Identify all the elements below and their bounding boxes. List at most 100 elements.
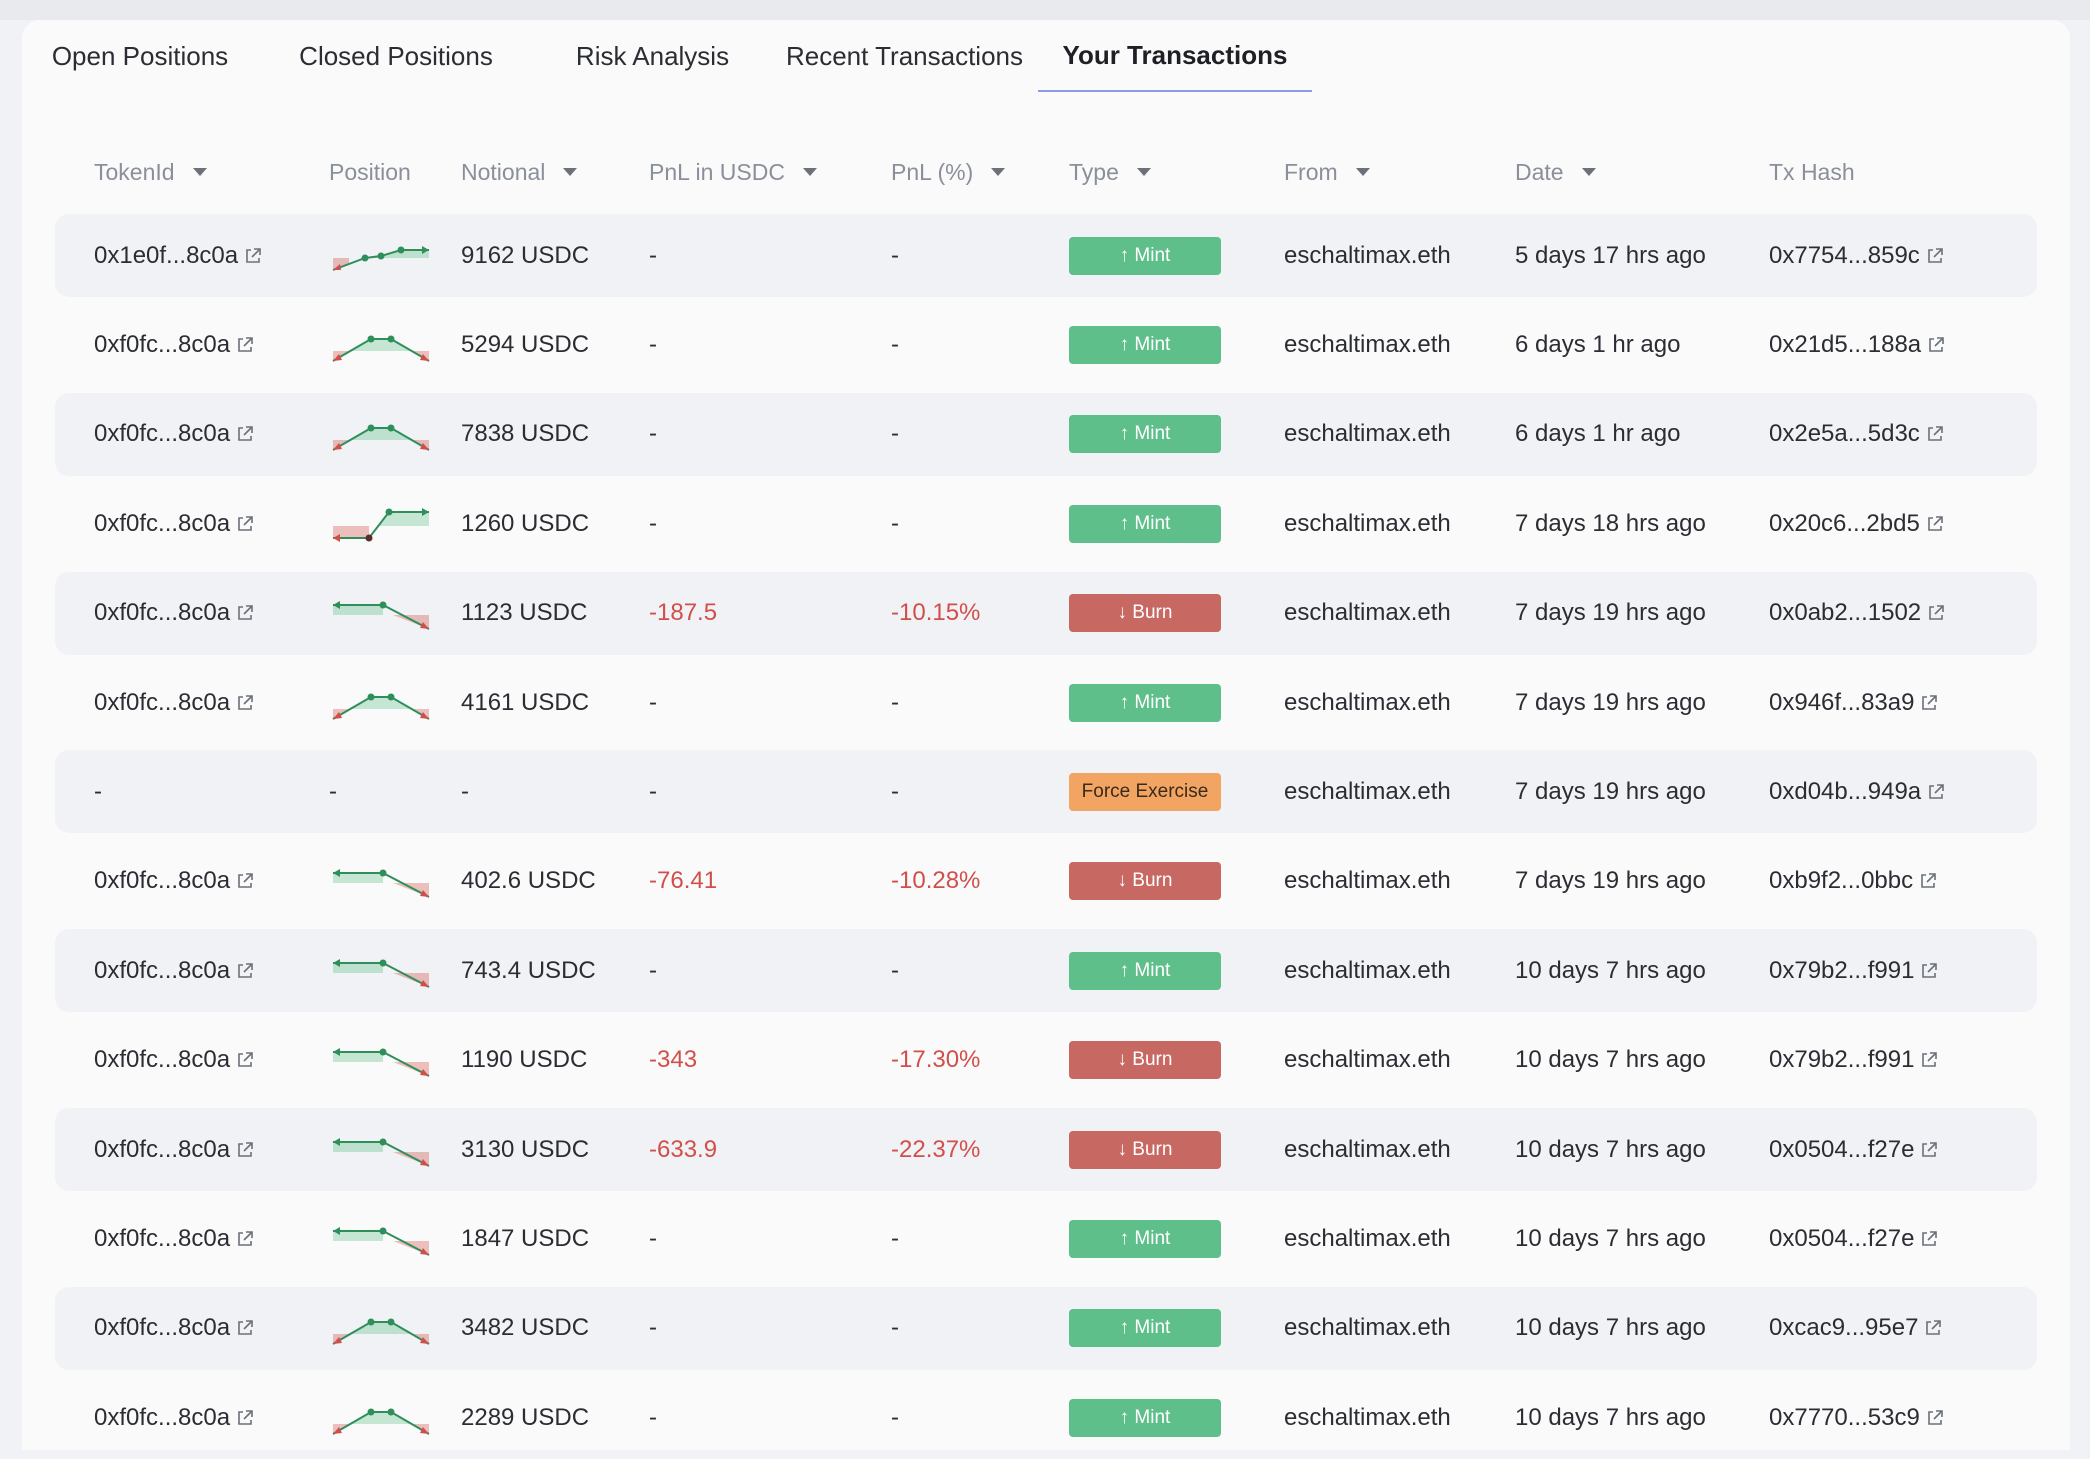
- token-id-cell[interactable]: 0xf0fc...8c0a: [94, 1376, 254, 1459]
- caret-down-icon[interactable]: [1136, 168, 1151, 176]
- external-link-icon[interactable]: [1920, 1141, 1938, 1159]
- external-link-icon[interactable]: [1919, 872, 1937, 890]
- burn-badge[interactable]: ↓ Burn: [1069, 862, 1221, 901]
- external-link-icon[interactable]: [244, 247, 262, 265]
- external-link-icon[interactable]: [1927, 783, 1945, 801]
- external-link-icon[interactable]: [236, 1319, 254, 1337]
- external-link-icon[interactable]: [1920, 962, 1938, 980]
- token-id-cell[interactable]: -: [94, 750, 102, 833]
- caret-down-icon[interactable]: [563, 168, 578, 176]
- table-row[interactable]: 0xf0fc...8c0a 1260 USDC - - ↑ Mint eschaltim…: [55, 482, 2037, 565]
- tx-hash-cell[interactable]: 0xd04b...949a: [1769, 750, 1945, 833]
- burn-badge[interactable]: ↓ Burn: [1069, 1041, 1221, 1080]
- table-row[interactable]: 0xf0fc...8c0a 3130 USDC -633.9 -22.37% ↓ Bu…: [55, 1108, 2037, 1191]
- tx-hash-cell[interactable]: 0xb9f2...0bbc: [1769, 840, 1937, 923]
- table-row[interactable]: 0xf0fc...8c0a 1123 USDC -187.5 -10.15% ↓ Bu…: [55, 571, 2037, 655]
- token-id-cell[interactable]: 0x1e0f...8c0a: [94, 214, 262, 297]
- column-header-token[interactable]: TokenId: [94, 152, 207, 192]
- mint-badge[interactable]: ↑ Mint: [1069, 325, 1221, 364]
- table-row[interactable]: 0xf0fc...8c0a 1847 USDC - - ↑ Mint eschaltim…: [55, 1197, 2037, 1280]
- mint-badge[interactable]: ↑ Mint: [1069, 1398, 1221, 1437]
- external-link-icon[interactable]: [1927, 604, 1945, 622]
- table-row[interactable]: 0xf0fc...8c0a 402.6 USDC -76.41 -10.28% ↓ B…: [55, 840, 2037, 923]
- token-id-cell[interactable]: 0xf0fc...8c0a: [94, 1287, 254, 1370]
- caret-down-icon[interactable]: [192, 168, 207, 176]
- external-link-icon[interactable]: [1924, 1319, 1942, 1337]
- tx-hash-cell[interactable]: 0x2e5a...5d3c: [1769, 393, 1944, 476]
- table-row[interactable]: 0x1e0f...8c0a 9162 USDC - - ↑ Mint eschaltim…: [55, 214, 2037, 297]
- token-id-cell[interactable]: 0xf0fc...8c0a: [94, 1019, 254, 1102]
- column-header-date[interactable]: Date: [1515, 152, 1596, 192]
- external-link-icon[interactable]: [236, 694, 254, 712]
- token-id-cell[interactable]: 0xf0fc...8c0a: [94, 482, 254, 565]
- caret-down-icon[interactable]: [1355, 168, 1370, 176]
- table-row[interactable]: 0xf0fc...8c0a 5294 USDC - - ↑ Mint eschaltim…: [55, 303, 2037, 386]
- external-link-icon[interactable]: [236, 872, 254, 890]
- mint-badge[interactable]: ↑ Mint: [1069, 1219, 1221, 1258]
- token-id-cell[interactable]: 0xf0fc...8c0a: [94, 929, 254, 1012]
- external-link-icon[interactable]: [1926, 247, 1944, 265]
- tx-hash-cell[interactable]: 0x79b2...f991: [1769, 929, 1938, 1012]
- table-row[interactable]: 0xf0fc...8c0a 2289 USDC - - ↑ Mint eschaltim…: [55, 1376, 2037, 1459]
- caret-down-icon[interactable]: [802, 168, 817, 176]
- mint-badge[interactable]: ↑ Mint: [1069, 236, 1221, 275]
- tab-open-positions[interactable]: Open Positions: [22, 20, 258, 92]
- column-header-pnl_usdc[interactable]: PnL in USDC: [649, 152, 817, 192]
- external-link-icon[interactable]: [236, 336, 254, 354]
- caret-down-icon[interactable]: [991, 168, 1006, 176]
- external-link-icon[interactable]: [236, 962, 254, 980]
- tx-hash-cell[interactable]: 0x21d5...188a: [1769, 303, 1945, 386]
- external-link-icon[interactable]: [236, 1409, 254, 1427]
- table-row[interactable]: 0xf0fc...8c0a 743.4 USDC - - ↑ Mint eschalti…: [55, 929, 2037, 1013]
- column-header-notional[interactable]: Notional: [461, 152, 578, 192]
- mint-badge[interactable]: ↑ Mint: [1069, 951, 1221, 990]
- tab-closed-positions[interactable]: Closed Positions: [258, 20, 534, 92]
- external-link-icon[interactable]: [236, 1141, 254, 1159]
- external-link-icon[interactable]: [1920, 694, 1938, 712]
- external-link-icon[interactable]: [1926, 425, 1944, 443]
- token-id-cell[interactable]: 0xf0fc...8c0a: [94, 1197, 254, 1280]
- table-row[interactable]: 0xf0fc...8c0a 4161 USDC - - ↑ Mint eschaltim…: [55, 661, 2037, 744]
- caret-down-icon[interactable]: [1581, 168, 1596, 176]
- tx-hash-cell[interactable]: 0x0ab2...1502: [1769, 572, 1945, 655]
- tx-hash-cell[interactable]: 0x7754...859c: [1769, 214, 1944, 297]
- tab-risk-analysis[interactable]: Risk Analysis: [534, 20, 771, 92]
- external-link-icon[interactable]: [236, 1230, 254, 1248]
- tx-hash-cell[interactable]: 0x0504...f27e: [1769, 1108, 1938, 1191]
- column-header-type[interactable]: Type: [1069, 152, 1151, 192]
- mint-badge[interactable]: ↑ Mint: [1069, 1309, 1221, 1348]
- tab-your-transactions[interactable]: Your Transactions: [1038, 20, 1312, 92]
- tx-hash-cell[interactable]: 0x20c6...2bd5: [1769, 482, 1944, 565]
- mint-badge[interactable]: ↑ Mint: [1069, 415, 1221, 454]
- external-link-icon[interactable]: [236, 604, 254, 622]
- token-id-cell[interactable]: 0xf0fc...8c0a: [94, 303, 254, 386]
- tx-hash-cell[interactable]: 0xcac9...95e7: [1769, 1287, 1942, 1370]
- external-link-icon[interactable]: [1920, 1230, 1938, 1248]
- tx-hash-cell[interactable]: 0x79b2...f991: [1769, 1019, 1938, 1102]
- external-link-icon[interactable]: [1926, 1409, 1944, 1427]
- force-exercise-badge[interactable]: Force Exercise: [1069, 772, 1221, 811]
- token-id-cell[interactable]: 0xf0fc...8c0a: [94, 393, 254, 476]
- external-link-icon[interactable]: [1926, 515, 1944, 533]
- external-link-icon[interactable]: [236, 515, 254, 533]
- table-row[interactable]: - - - - - Force Exercise eschaltimax.eth 7 days…: [55, 750, 2037, 834]
- token-id-cell[interactable]: 0xf0fc...8c0a: [94, 572, 254, 655]
- mint-badge[interactable]: ↑ Mint: [1069, 683, 1221, 722]
- column-header-pnl_pct[interactable]: PnL (%): [891, 152, 1006, 192]
- external-link-icon[interactable]: [236, 425, 254, 443]
- mint-badge[interactable]: ↑ Mint: [1069, 504, 1221, 543]
- tx-hash-cell[interactable]: 0x946f...83a9: [1769, 661, 1938, 744]
- column-header-from[interactable]: From: [1284, 152, 1370, 192]
- table-row[interactable]: 0xf0fc...8c0a 3482 USDC - - ↑ Mint eschaltim…: [55, 1286, 2037, 1370]
- table-row[interactable]: 0xf0fc...8c0a 7838 USDC - - ↑ Mint eschaltim…: [55, 392, 2037, 476]
- token-id-cell[interactable]: 0xf0fc...8c0a: [94, 1108, 254, 1191]
- tx-hash-cell[interactable]: 0x7770...53c9: [1769, 1376, 1944, 1459]
- token-id-cell[interactable]: 0xf0fc...8c0a: [94, 661, 254, 744]
- burn-badge[interactable]: ↓ Burn: [1069, 594, 1221, 633]
- external-link-icon[interactable]: [1927, 336, 1945, 354]
- tab-recent-transactions[interactable]: Recent Transactions: [771, 20, 1038, 92]
- token-id-cell[interactable]: 0xf0fc...8c0a: [94, 840, 254, 923]
- external-link-icon[interactable]: [1920, 1051, 1938, 1069]
- burn-badge[interactable]: ↓ Burn: [1069, 1130, 1221, 1169]
- table-row[interactable]: 0xf0fc...8c0a 1190 USDC -343 -17.30% ↓ Burn…: [55, 1019, 2037, 1102]
